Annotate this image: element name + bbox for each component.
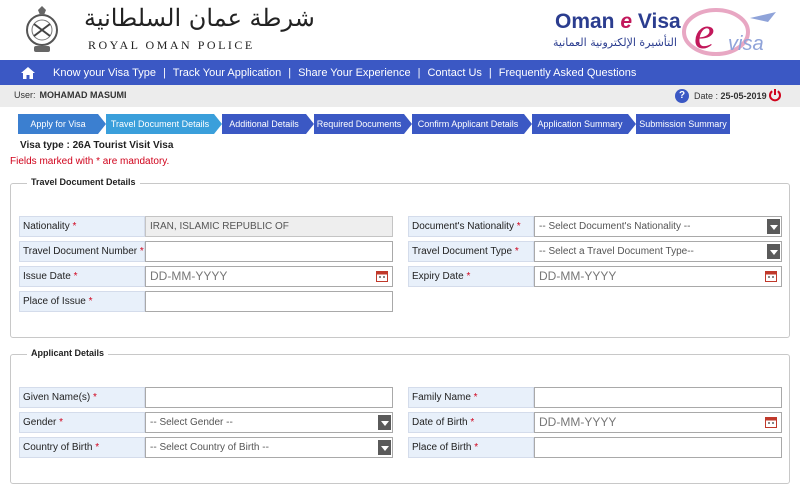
step-arrow — [98, 114, 106, 134]
family-name-input[interactable] — [534, 387, 782, 408]
date-of-birth-input[interactable]: DD-MM-YYYY — [534, 412, 782, 433]
main-nav: Know your Visa Type | Track Your Applica… — [0, 60, 800, 85]
expiry-date-input[interactable]: DD-MM-YYYY — [534, 266, 782, 287]
user-bar: User: MOHAMAD MASUMI ? Date : 25-05-2019 — [0, 85, 800, 107]
chevron-down-icon — [767, 219, 780, 234]
step-apply-for-visa[interactable]: Apply for Visa — [18, 114, 98, 134]
nationality-label: Nationality * — [19, 216, 145, 237]
visa-type-label: Visa type : 26A Tourist Visit Visa — [20, 140, 174, 151]
calendar-icon[interactable] — [376, 270, 388, 282]
travel-document-type-label: Travel Document Type * — [408, 241, 534, 262]
issue-date-input[interactable]: DD-MM-YYYY — [145, 266, 393, 287]
evisa-logo-text: visa — [728, 33, 764, 55]
family-name-label: Family Name * — [408, 387, 534, 408]
calendar-icon[interactable] — [765, 416, 777, 428]
logout-power-icon[interactable] — [768, 88, 782, 102]
applicant-details-fieldset: Applicant Details Given Name(s) * Family… — [10, 348, 790, 484]
step-submission-summary[interactable]: Submission Summary — [636, 114, 730, 134]
evisa-logo-icon: e visa — [682, 7, 776, 56]
nav-faq[interactable]: Frequently Asked Questions — [492, 67, 644, 79]
gender-select[interactable]: -- Select Gender -- — [145, 412, 393, 433]
nav-track-application[interactable]: Track Your Application — [166, 67, 288, 79]
nav-contact-us[interactable]: Contact Us — [420, 67, 488, 79]
travel-document-legend: Travel Document Details — [27, 177, 140, 187]
travel-document-number-input[interactable] — [145, 241, 393, 262]
svg-text:e: e — [694, 7, 714, 56]
user-info: User: MOHAMAD MASUMI — [14, 90, 127, 100]
royal-oman-police-emblem-icon — [26, 6, 58, 52]
nav-know-visa-type[interactable]: Know your Visa Type — [46, 67, 163, 79]
expiry-date-label: Expiry Date * — [408, 266, 534, 287]
place-of-birth-input[interactable] — [534, 437, 782, 458]
chevron-down-icon — [378, 415, 391, 430]
step-application-summary[interactable]: Application Summary — [532, 114, 628, 134]
given-name-label: Given Name(s) * — [19, 387, 145, 408]
country-of-birth-select[interactable]: -- Select Country of Birth -- — [145, 437, 393, 458]
header: شرطة عمان السلطانية ROYAL OMAN POLICE Om… — [0, 0, 800, 60]
nav-share-experience[interactable]: Share Your Experience — [291, 67, 418, 79]
user-name: MOHAMAD MASUMI — [39, 90, 127, 100]
travel-document-fieldset: Travel Document Details Nationality * IR… — [10, 177, 790, 338]
current-date: Date : 25-05-2019 — [694, 91, 767, 101]
document-nationality-select[interactable]: -- Select Document's Nationality -- — [534, 216, 782, 237]
place-of-issue-label: Place of Issue * — [19, 291, 145, 312]
place-of-birth-label: Place of Birth * — [408, 437, 534, 458]
step-arrow — [214, 114, 222, 134]
step-arrow — [524, 114, 532, 134]
applicant-details-legend: Applicant Details — [27, 348, 109, 358]
step-arrow — [404, 114, 412, 134]
step-travel-document-details[interactable]: Travel Document Details — [106, 114, 214, 134]
issue-date-label: Issue Date * — [19, 266, 145, 287]
rop-english-title: ROYAL OMAN POLICE — [88, 38, 255, 52]
mandatory-note: Fields marked with * are mandatory. — [10, 156, 170, 167]
step-arrow — [628, 114, 636, 134]
step-confirm-applicant-details[interactable]: Confirm Applicant Details — [412, 114, 524, 134]
given-name-input[interactable] — [145, 387, 393, 408]
chevron-down-icon — [378, 440, 391, 455]
travel-document-type-select[interactable]: -- Select a Travel Document Type-- — [534, 241, 782, 262]
oman-evisa-title: Oman e Visa — [555, 10, 681, 33]
step-required-documents[interactable]: Required Documents — [314, 114, 404, 134]
step-additional-details[interactable]: Additional Details — [222, 114, 306, 134]
travel-document-number-label: Travel Document Number * — [19, 241, 145, 262]
help-icon[interactable]: ? — [675, 89, 689, 103]
document-nationality-label: Document's Nationality * — [408, 216, 534, 237]
place-of-issue-input[interactable] — [145, 291, 393, 312]
calendar-icon[interactable] — [765, 270, 777, 282]
country-of-birth-label: Country of Birth * — [19, 437, 145, 458]
nationality-field: IRAN, ISLAMIC REPUBLIC OF — [145, 216, 393, 237]
gender-label: Gender * — [19, 412, 145, 433]
date-of-birth-label: Date of Birth * — [408, 412, 534, 433]
chevron-down-icon — [767, 244, 780, 259]
oman-evisa-arabic-title: التأشيرة الإلكترونية العمانية — [553, 36, 677, 49]
rop-arabic-title: شرطة عمان السلطانية — [84, 4, 315, 32]
home-icon[interactable] — [20, 66, 36, 80]
step-arrow — [306, 114, 314, 134]
